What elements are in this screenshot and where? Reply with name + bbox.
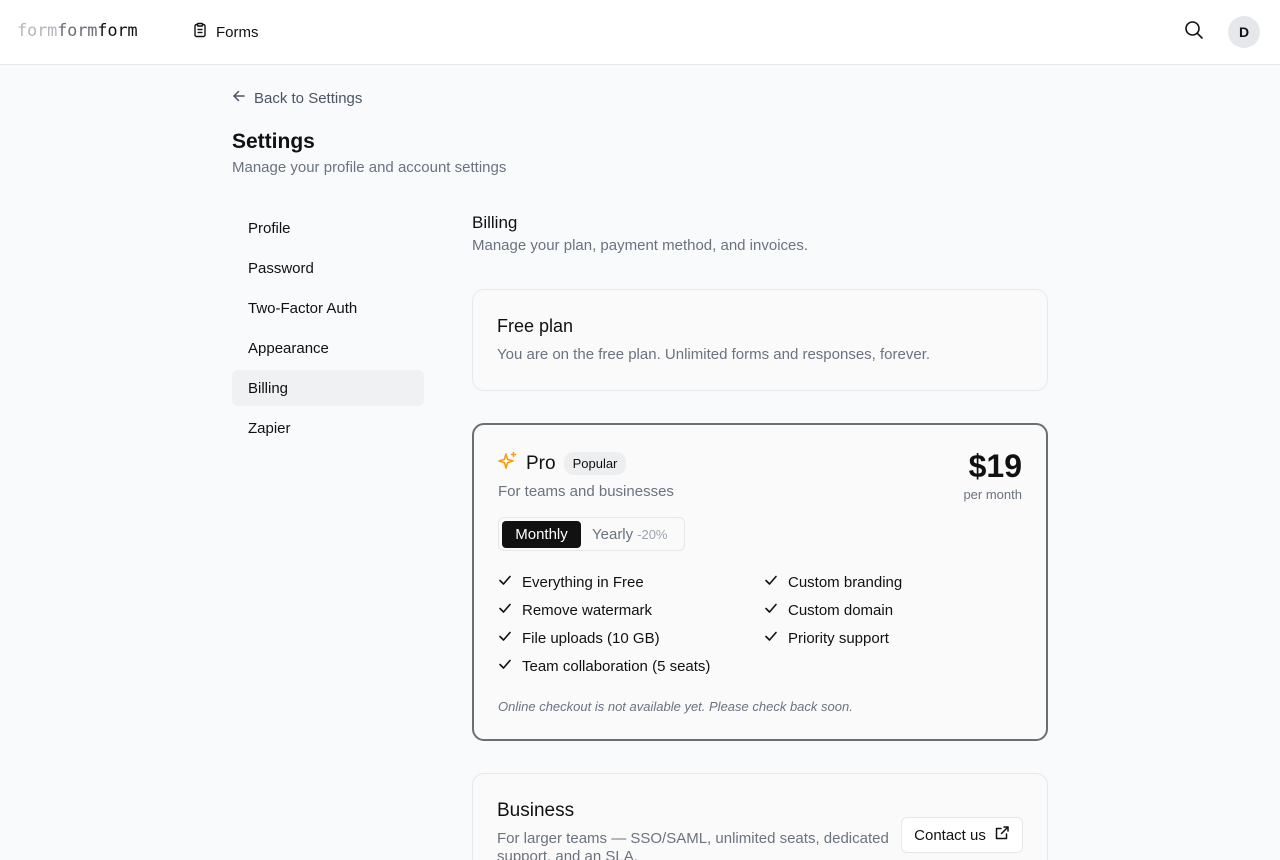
- pro-plan-card: Pro Popular For teams and businesses $19…: [472, 423, 1048, 741]
- nav-forms-label: Forms: [216, 23, 259, 41]
- logo-part-3: form: [97, 21, 138, 41]
- check-icon: [498, 573, 512, 591]
- business-plan-title: Business: [497, 800, 575, 821]
- page-subtitle: Manage your profile and account settings: [232, 159, 507, 176]
- sidebar-item-label: Appearance: [248, 339, 329, 357]
- feature-label: Team collaboration (5 seats): [522, 657, 711, 675]
- settings-sidebar: Profile Password Two-Factor Auth Appeara…: [232, 210, 424, 450]
- back-to-settings-link[interactable]: Back to Settings: [232, 88, 362, 108]
- check-icon: [498, 601, 512, 619]
- free-plan-title: Free plan: [497, 316, 574, 336]
- sidebar-item-label: Billing: [248, 379, 289, 397]
- search-icon: [1184, 20, 1204, 45]
- billing-period-toggle: Monthly Yearly -20%: [498, 517, 685, 551]
- yearly-label: Yearly: [592, 526, 634, 543]
- avatar-initial: D: [1238, 24, 1250, 40]
- pro-plan-price: $19: [968, 448, 1022, 484]
- sidebar-item-zapier[interactable]: Zapier: [232, 410, 424, 446]
- external-link-icon: [994, 825, 1010, 845]
- sidebar-item-label: Zapier: [248, 419, 291, 437]
- pro-plan-header: Pro Popular: [498, 451, 627, 476]
- top-bar: formformform Forms D: [0, 0, 1280, 65]
- arrow-left-icon: [232, 89, 246, 107]
- logo-part-2: form: [57, 21, 98, 41]
- sidebar-item-profile[interactable]: Profile: [232, 210, 424, 246]
- search-button[interactable]: [1182, 20, 1206, 44]
- check-icon: [764, 601, 778, 619]
- contact-us-button[interactable]: Contact us: [901, 817, 1023, 853]
- monthly-toggle-option[interactable]: Monthly: [502, 521, 581, 548]
- feature-item: Team collaboration (5 seats): [498, 656, 710, 676]
- feature-item: Priority support: [764, 628, 889, 648]
- check-icon: [764, 573, 778, 591]
- popular-badge: Popular: [563, 452, 627, 475]
- sidebar-item-appearance[interactable]: Appearance: [232, 330, 424, 366]
- yearly-discount: -20%: [637, 527, 668, 542]
- sidebar-item-password[interactable]: Password: [232, 250, 424, 286]
- section-subtitle: Manage your plan, payment method, and in…: [472, 237, 809, 254]
- feature-label: Priority support: [788, 629, 889, 647]
- section-title: Billing: [472, 213, 518, 232]
- back-link-label: Back to Settings: [254, 89, 363, 107]
- feature-item: File uploads (10 GB): [498, 628, 660, 648]
- business-plan-description: For larger teams — SSO/SAML, unlimited s…: [497, 830, 889, 860]
- feature-label: Custom domain: [788, 601, 894, 619]
- page-title: Settings: [232, 130, 315, 153]
- pro-plan-description: For teams and businesses: [498, 483, 674, 500]
- free-plan-card: Free plan You are on the free plan. Unli…: [472, 289, 1048, 391]
- logo[interactable]: formformform: [17, 21, 138, 41]
- sidebar-item-two-factor-auth[interactable]: Two-Factor Auth: [232, 290, 424, 326]
- sidebar-item-label: Password: [248, 259, 314, 277]
- feature-item: Custom domain: [764, 600, 893, 620]
- yearly-toggle-option[interactable]: Yearly -20%: [592, 521, 668, 548]
- feature-label: File uploads (10 GB): [522, 629, 660, 647]
- sidebar-item-label: Two-Factor Auth: [248, 299, 358, 317]
- check-icon: [498, 657, 512, 675]
- sidebar-item-label: Profile: [248, 219, 291, 237]
- pro-plan-name: Pro: [526, 452, 556, 474]
- feature-item: Remove watermark: [498, 600, 652, 620]
- nav-forms-link[interactable]: Forms: [192, 20, 259, 44]
- pro-plan-period: per month: [963, 487, 1022, 502]
- sidebar-item-billing[interactable]: Billing: [232, 370, 424, 406]
- checkout-note: Online checkout is not available yet. Pl…: [498, 699, 853, 714]
- check-icon: [764, 629, 778, 647]
- business-plan-card: Business For larger teams — SSO/SAML, un…: [472, 773, 1048, 860]
- clipboard-icon: [192, 22, 208, 42]
- feature-item: Custom branding: [764, 572, 902, 592]
- feature-label: Remove watermark: [522, 601, 653, 619]
- check-icon: [498, 629, 512, 647]
- feature-label: Custom branding: [788, 573, 903, 591]
- feature-label: Everything in Free: [522, 573, 644, 591]
- logo-part-1: form: [17, 21, 58, 41]
- contact-us-label: Contact us: [914, 826, 986, 844]
- sparkles-icon: [498, 451, 518, 476]
- avatar[interactable]: D: [1228, 16, 1260, 48]
- free-plan-description: You are on the free plan. Unlimited form…: [497, 346, 931, 363]
- feature-item: Everything in Free: [498, 572, 644, 592]
